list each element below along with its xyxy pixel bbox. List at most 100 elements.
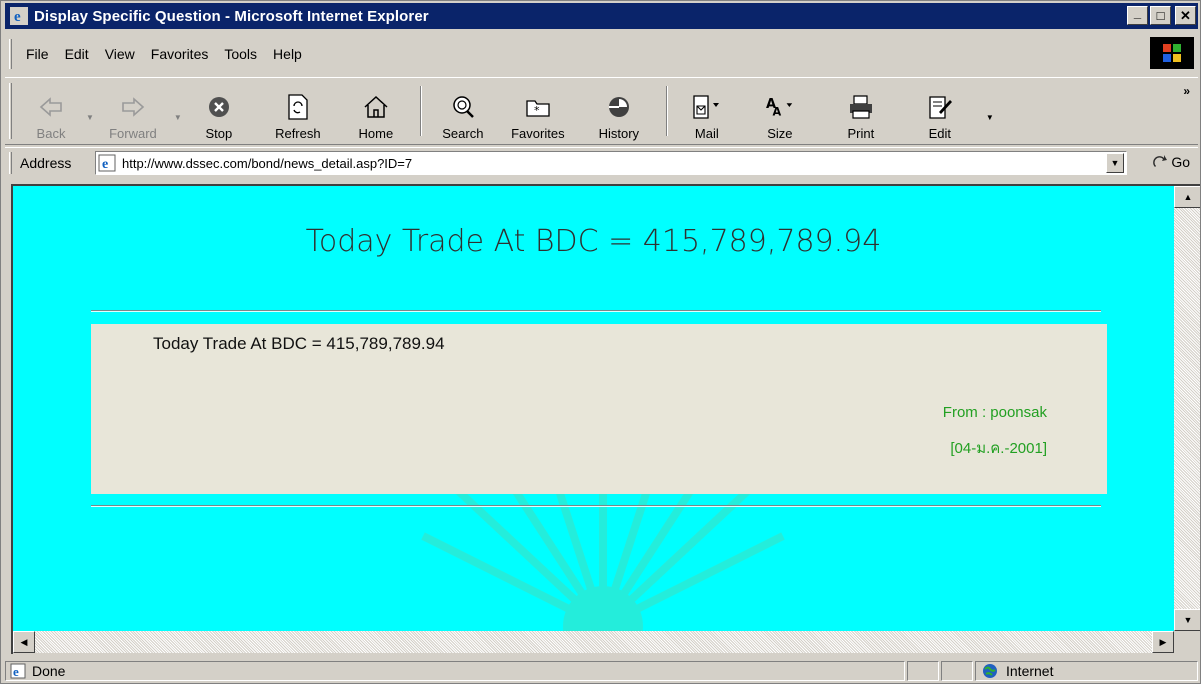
address-dropdown-icon[interactable]: ▼ <box>1106 153 1124 173</box>
horizontal-rule-top <box>91 310 1101 312</box>
menu-tools[interactable]: Tools <box>216 46 265 62</box>
internet-globe-icon <box>983 664 997 678</box>
forward-dropdown-icon[interactable]: ▼ <box>174 113 182 122</box>
close-icon: ✕ <box>1180 7 1191 23</box>
mail-label: Mail <box>694 126 719 141</box>
status-zone-cell: Internet <box>975 661 1198 681</box>
search-label: Search <box>442 126 484 141</box>
search-button[interactable]: Search <box>430 81 496 141</box>
status-zone-text: Internet <box>1006 663 1054 679</box>
refresh-icon <box>283 92 313 122</box>
address-bar: Address e http://www.dssec.com/bond/news… <box>5 147 1198 177</box>
scrollbar-corner <box>1174 631 1200 653</box>
stop-icon <box>204 92 234 122</box>
favorites-folder-icon: * <box>523 92 553 122</box>
page-content: Today Trade At BDC = 415,789,789.94 Toda… <box>13 186 1174 631</box>
vertical-scrollbar[interactable]: ▲ ▼ <box>1174 186 1200 631</box>
scroll-down-button[interactable]: ▼ <box>1174 609 1200 631</box>
scroll-up-button[interactable]: ▲ <box>1174 186 1200 208</box>
browser-viewport: Today Trade At BDC = 415,789,789.94 Toda… <box>11 184 1200 654</box>
svg-text:e: e <box>14 9 21 25</box>
windows-throbber-icon <box>1150 37 1194 69</box>
menu-edit[interactable]: Edit <box>57 46 97 62</box>
scroll-right-button[interactable]: ▶ <box>1152 631 1174 653</box>
status-cell-empty-2 <box>941 661 973 681</box>
standard-toolbar: Back ▼ Forward ▼ Stop Refresh Home Searc… <box>5 77 1198 145</box>
status-bar: e Done Internet <box>5 659 1198 683</box>
edit-label: Edit <box>928 126 952 141</box>
status-text: Done <box>32 663 66 679</box>
minimize-button[interactable]: _ <box>1127 5 1148 25</box>
svg-text:*: * <box>534 104 540 117</box>
toolbar-more-icon[interactable]: » <box>1183 84 1190 98</box>
toolbar-separator <box>419 86 422 136</box>
edit-dropdown-icon[interactable]: ▼ <box>986 113 994 122</box>
status-text-cell: e Done <box>5 661 905 681</box>
menu-help[interactable]: Help <box>265 46 310 62</box>
menu-favorites[interactable]: Favorites <box>143 46 217 62</box>
message-panel: Today Trade At BDC = 415,789,789.94 From… <box>91 324 1107 494</box>
address-grip[interactable] <box>9 151 12 174</box>
address-input[interactable]: e http://www.dssec.com/bond/news_detail.… <box>95 151 1127 175</box>
svg-text:A: A <box>772 105 781 118</box>
toolbar-separator <box>665 86 668 136</box>
edit-button[interactable]: Edit <box>900 81 980 141</box>
page-icon: e <box>98 154 116 172</box>
address-url: http://www.dssec.com/bond/news_detail.as… <box>122 155 413 171</box>
printer-icon <box>846 92 876 122</box>
home-button[interactable]: Home <box>340 81 412 141</box>
scroll-left-button[interactable]: ◀ <box>13 631 35 653</box>
search-icon <box>448 92 478 122</box>
forward-arrow-icon <box>118 92 148 122</box>
ie-window: e Display Specific Question - Microsoft … <box>0 0 1201 684</box>
size-button[interactable]: AA Size <box>738 81 822 141</box>
window-title: Display Specific Question - Microsoft In… <box>34 7 429 25</box>
address-label: Address <box>20 154 72 171</box>
title-bar[interactable]: e Display Specific Question - Microsoft … <box>5 3 1198 29</box>
window-controls: _ □ ✕ <box>1127 5 1196 25</box>
history-label: History <box>598 126 640 141</box>
forward-label: Forward <box>109 126 157 141</box>
menu-grip[interactable] <box>9 39 12 69</box>
page-done-icon: e <box>10 663 26 679</box>
go-button[interactable]: Go <box>1152 154 1190 170</box>
ie-logo-icon: e <box>10 7 28 25</box>
menu-file[interactable]: File <box>18 46 57 62</box>
edit-page-icon <box>925 92 955 122</box>
horizontal-scrollbar[interactable]: ◀ ▶ <box>13 631 1174 653</box>
message-date: [04-ม.ค.-2001] <box>950 440 1047 457</box>
favorites-button[interactable]: * Favorites <box>496 81 580 141</box>
refresh-button[interactable]: Refresh <box>256 81 340 141</box>
print-label: Print <box>847 126 875 141</box>
maximize-button[interactable]: □ <box>1150 6 1171 25</box>
back-label: Back <box>36 126 66 141</box>
svg-text:e: e <box>102 157 108 172</box>
favorites-label: Favorites <box>511 126 565 141</box>
back-button[interactable]: Back <box>18 81 84 141</box>
minimize-icon: _ <box>1133 5 1142 20</box>
horizontal-rule-bottom <box>91 505 1101 507</box>
mail-icon <box>692 92 722 122</box>
menu-view[interactable]: View <box>97 46 143 62</box>
close-button[interactable]: ✕ <box>1175 6 1196 25</box>
stop-button[interactable]: Stop <box>182 81 256 141</box>
message-text: Today Trade At BDC = 415,789,789.94 <box>153 334 445 353</box>
maximize-icon: □ <box>1156 8 1165 23</box>
history-icon <box>604 92 634 122</box>
print-button[interactable]: Print <box>822 81 900 141</box>
refresh-label: Refresh <box>275 126 321 141</box>
stop-label: Stop <box>205 126 233 141</box>
svg-text:e: e <box>13 664 19 679</box>
mail-button[interactable]: Mail <box>676 81 738 141</box>
toolbar-grip[interactable] <box>9 83 12 139</box>
text-size-icon: AA <box>765 92 795 122</box>
status-cell-empty-1 <box>907 661 939 681</box>
home-label: Home <box>358 126 394 141</box>
forward-button[interactable]: Forward <box>94 81 172 141</box>
size-label: Size <box>767 126 793 141</box>
back-dropdown-icon[interactable]: ▼ <box>86 113 94 122</box>
back-arrow-icon <box>36 92 66 122</box>
go-arrow-icon <box>1153 155 1168 167</box>
page-headline: Today Trade At BDC = 415,789,789.94 <box>305 224 882 259</box>
history-button[interactable]: History <box>580 81 658 141</box>
